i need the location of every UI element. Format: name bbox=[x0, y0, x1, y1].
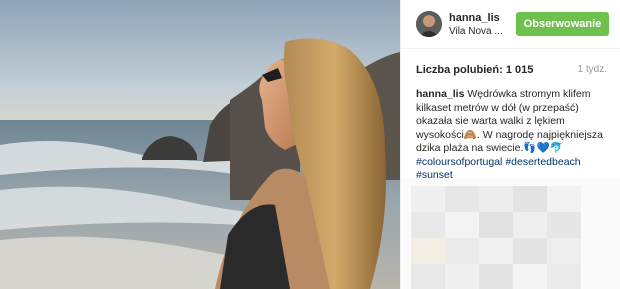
hashtag-link[interactable]: #coloursofportugal bbox=[416, 156, 502, 168]
avatar[interactable] bbox=[416, 11, 442, 37]
pixelated-comments-area bbox=[401, 178, 620, 289]
beach-sunset-photo bbox=[0, 0, 400, 289]
hashtag-link[interactable]: #desertedbeach bbox=[505, 156, 580, 168]
follow-button[interactable]: Obserwowanie bbox=[516, 12, 609, 36]
likes-count[interactable]: Liczba polubień: 1 015 bbox=[416, 64, 533, 76]
avatar-photo bbox=[416, 11, 442, 37]
post-sidebar: hanna_lis Vila Nova ... Obserwowanie Lic… bbox=[400, 0, 620, 289]
post-header: hanna_lis Vila Nova ... Obserwowanie bbox=[401, 0, 620, 49]
location-link[interactable]: Vila Nova ... bbox=[449, 26, 503, 37]
post-photo[interactable] bbox=[0, 0, 400, 289]
username-link[interactable]: hanna_lis bbox=[449, 12, 500, 24]
caption-username[interactable]: hanna_lis bbox=[416, 88, 464, 100]
post-time[interactable]: 1 tydz. bbox=[578, 64, 607, 75]
post-caption: hanna_lis Wędrówka stromym klifem kilkas… bbox=[416, 88, 611, 183]
